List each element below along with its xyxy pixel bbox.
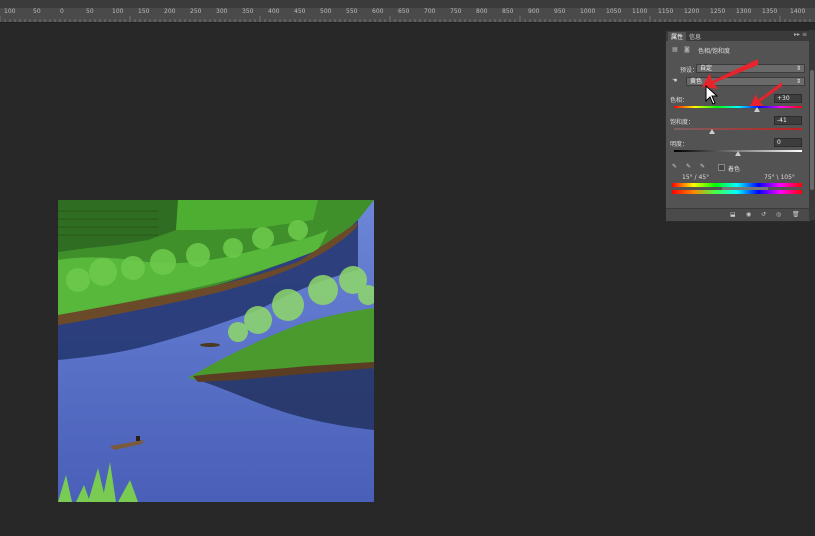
colorize-checkbox[interactable]	[718, 164, 725, 171]
horizontal-ruler[interactable]: 100 50 0 50 100 150 200 250 300 350 400 …	[0, 8, 815, 23]
visibility-icon[interactable]: ◎	[776, 211, 781, 218]
eyedropper-minus-icon[interactable]: ✎	[700, 163, 705, 170]
saturation-slider-track[interactable]	[674, 128, 802, 130]
mask-icon: ◙	[684, 46, 690, 53]
saturation-input[interactable]: -41	[774, 116, 802, 125]
ruler-ticks	[0, 16, 811, 22]
colorize-label: 着色	[728, 166, 741, 173]
lightness-slider-thumb[interactable]	[735, 151, 741, 156]
range-right-label: 75° \ 105°	[764, 174, 795, 181]
view-previous-icon[interactable]: ◉	[746, 211, 751, 218]
hue-label: 色相：	[670, 97, 689, 104]
panel-footer: ⬓ ◉ ↺ ◎ 🗑	[666, 208, 810, 221]
mouse-cursor-icon	[705, 85, 719, 105]
color-range-bar-bottom	[672, 190, 802, 194]
title-strip	[0, 0, 815, 8]
eyedropper-row: ✎ ✎ ✎ 着色	[666, 163, 810, 173]
adjustment-layer-icon: ▦	[672, 46, 678, 53]
reset-icon[interactable]: ↺	[761, 211, 766, 218]
hue-row: 色相： +30	[666, 94, 810, 114]
panel-tab-bar: 属性 信息 ▸▸ ≡	[666, 31, 810, 41]
annotation-arrow-2	[750, 82, 782, 106]
tab-info[interactable]: 信息	[686, 32, 704, 41]
saturation-row: 饱和度： -41	[666, 116, 810, 136]
trash-icon[interactable]: 🗑	[792, 211, 800, 218]
document-canvas[interactable]	[58, 200, 374, 502]
panel-scrollbar[interactable]	[809, 30, 815, 220]
tab-properties[interactable]: 属性	[668, 32, 687, 41]
landscape-photo	[58, 200, 374, 502]
chevron-down-icon: ⇕	[795, 65, 801, 72]
clip-to-layer-icon[interactable]: ⬓	[730, 211, 736, 218]
saturation-slider-thumb[interactable]	[709, 129, 716, 134]
targeted-adjustment-hand-icon[interactable]: ☚	[672, 77, 677, 84]
scrollbar-thumb[interactable]	[810, 70, 814, 190]
range-left-label: 15° / 45°	[682, 174, 710, 181]
eyedropper-icon[interactable]: ✎	[672, 163, 677, 170]
panel-menu-icon[interactable]: ▸▸ ≡	[794, 31, 807, 38]
eyedropper-plus-icon[interactable]: ✎	[686, 163, 691, 170]
saturation-label: 饱和度：	[670, 119, 695, 126]
lightness-input[interactable]: 0	[774, 138, 802, 147]
lightness-row: 明度： 0	[666, 138, 810, 158]
panel-title: 色相/饱和度	[698, 48, 731, 55]
range-labels-row: 15° / 45° 75° \ 105°	[666, 174, 810, 182]
panel-header: ▦ ◙ 色相/饱和度	[666, 45, 810, 55]
lightness-label: 明度：	[670, 141, 689, 148]
chevron-down-icon: ⇕	[795, 78, 801, 85]
